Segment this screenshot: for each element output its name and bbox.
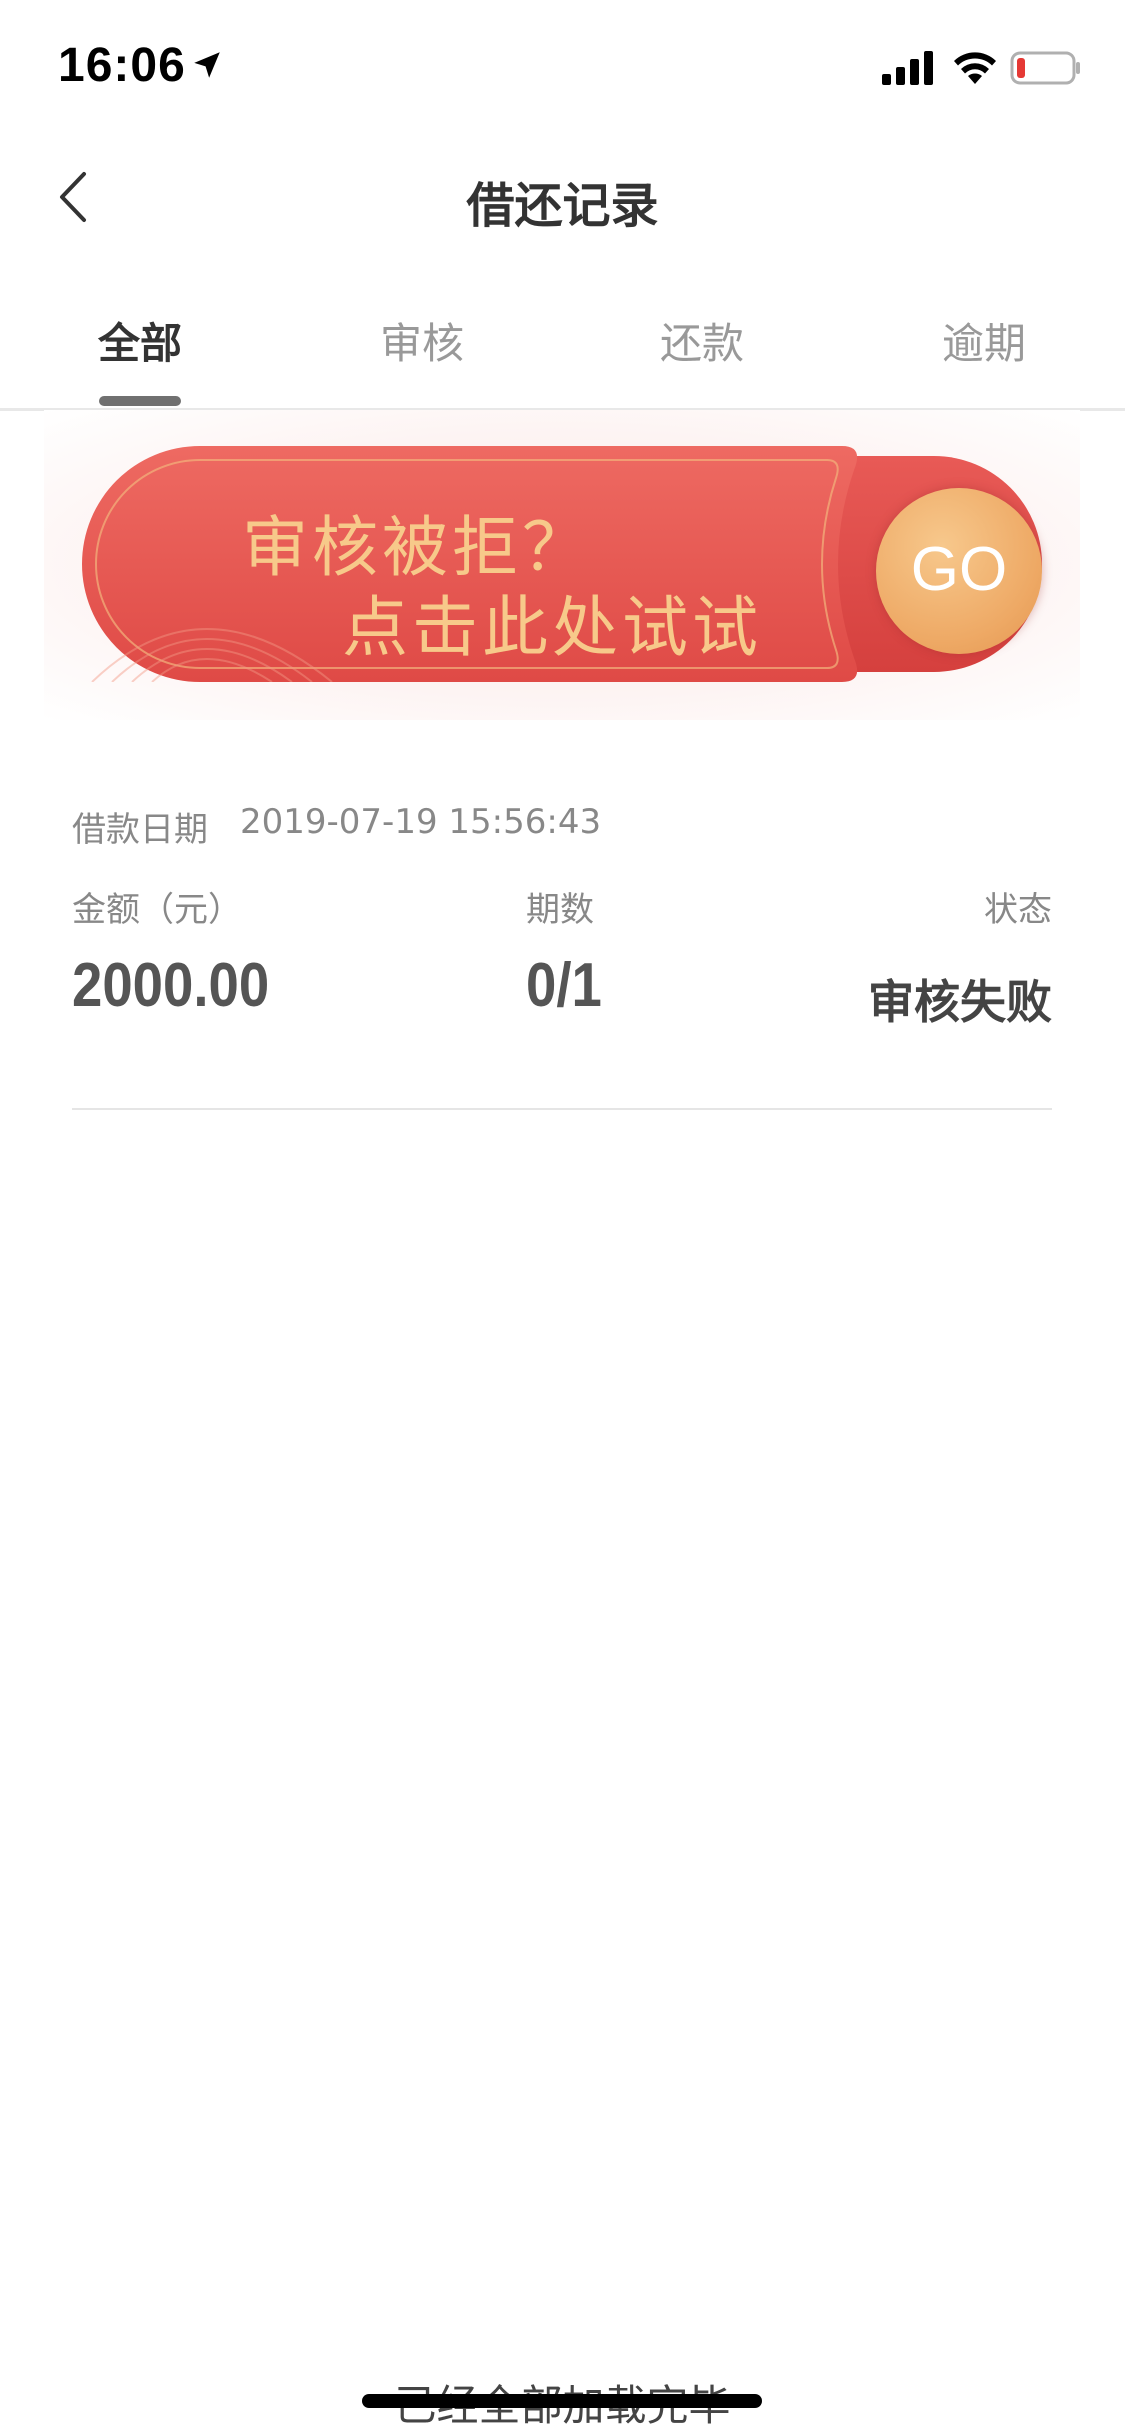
loan-date-value: 2019-07-19 15:56:43 <box>240 802 602 842</box>
go-button[interactable]: GO <box>876 488 1042 654</box>
tab-bar: 全部 审核 还款 逾期 <box>0 290 1125 411</box>
periods-value: 0/1 <box>526 951 602 1020</box>
loan-record-item[interactable]: 借款日期 2019-07-19 15:56:43 金额（元） 期数 状态 200… <box>72 790 1052 1110</box>
tab-all[interactable]: 全部 <box>40 310 240 371</box>
page-title: 借还记录 <box>466 178 659 234</box>
battery-low-icon <box>1010 51 1080 85</box>
status-label: 状态 <box>984 890 1052 930</box>
status-time: 16:06 <box>58 39 186 92</box>
app-screen: 16:06 借还记录 全部 审核 还款 逾期 审核被拒？ 点击此处试试 GO 借… <box>0 0 1125 2436</box>
status-value: 审核失败 <box>868 975 1052 1029</box>
promo-banner[interactable]: 审核被拒？ 点击此处试试 GO <box>82 446 1044 682</box>
wifi-icon <box>954 52 996 84</box>
tab-repayment[interactable]: 还款 <box>602 310 802 371</box>
tab-review[interactable]: 审核 <box>322 310 522 371</box>
amount-label: 金额（元） <box>72 890 242 930</box>
amount-value: 2000.00 <box>72 951 270 1020</box>
tab-overdue[interactable]: 逾期 <box>884 310 1084 371</box>
promo-banner-area: 审核被拒？ 点击此处试试 GO <box>44 410 1080 720</box>
nav-bar: 借还记录 <box>0 132 1125 262</box>
tab-active-indicator <box>99 396 181 406</box>
home-indicator <box>362 2394 762 2408</box>
banner-subline: 点击此处试试 <box>342 589 762 666</box>
loan-date-label: 借款日期 <box>72 810 208 850</box>
location-arrow-icon <box>194 52 220 78</box>
cellular-signal-icon <box>882 51 933 85</box>
periods-label: 期数 <box>526 890 594 930</box>
status-bar: 16:06 <box>0 0 1125 132</box>
go-button-label: GO <box>910 535 1008 604</box>
